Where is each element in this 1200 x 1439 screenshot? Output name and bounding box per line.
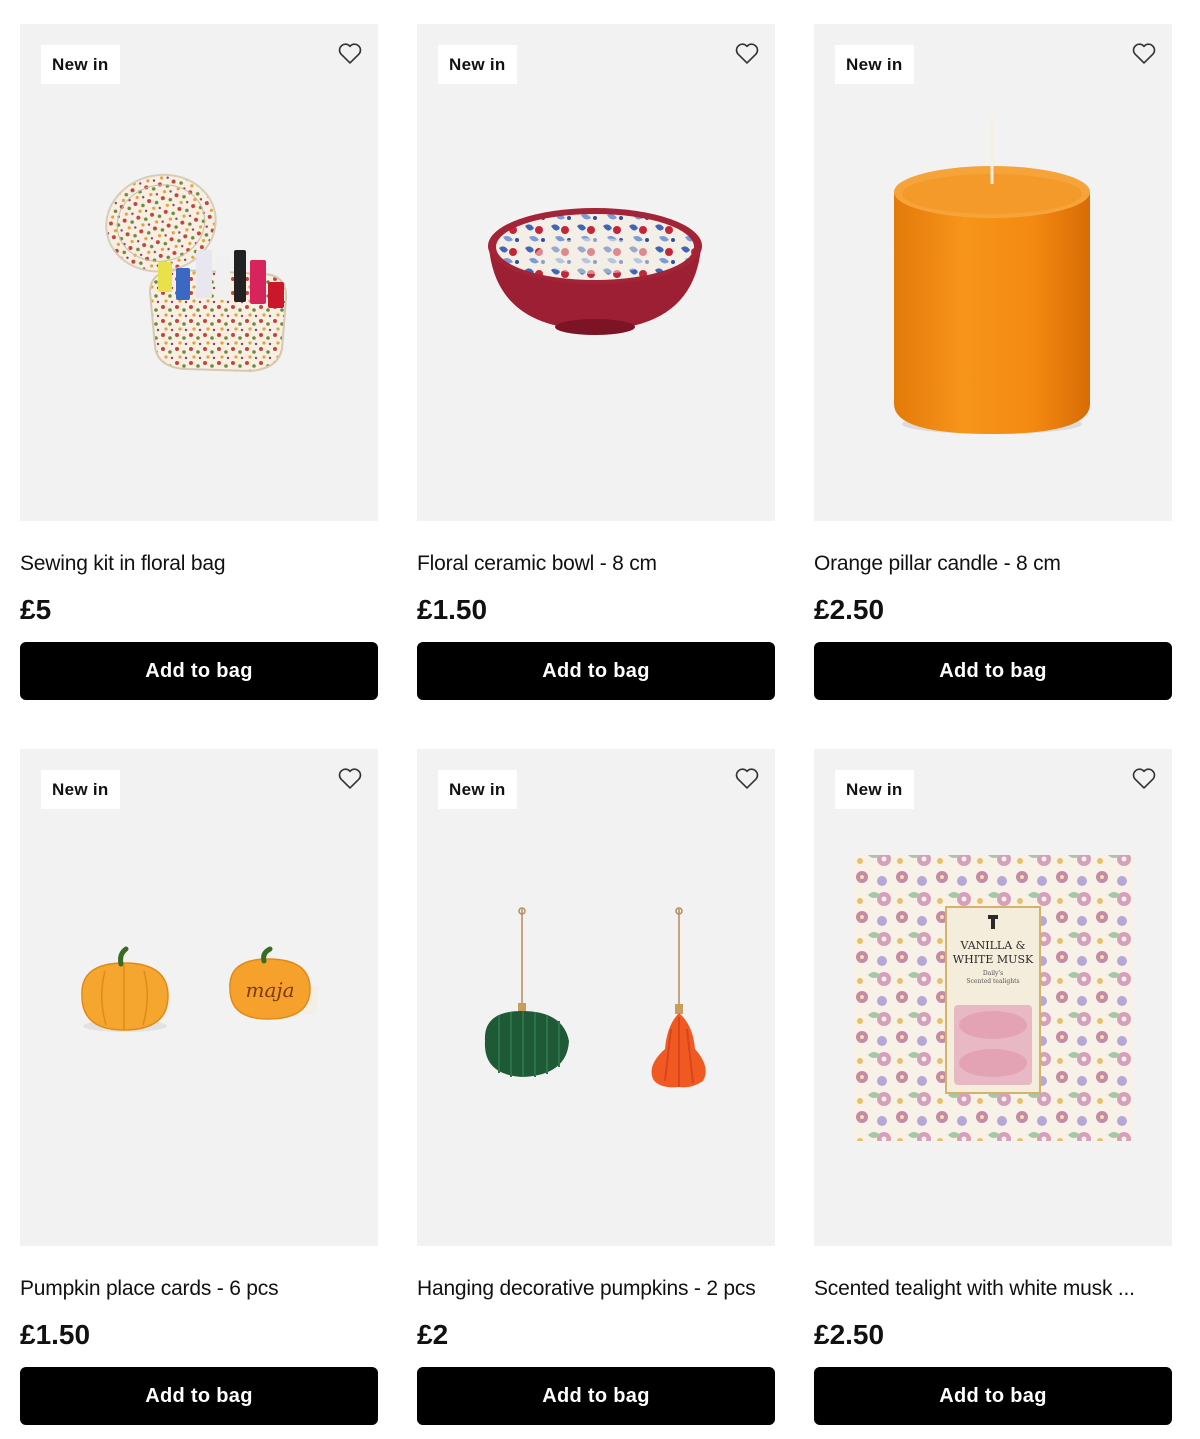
add-to-bag-button[interactable]: Add to bag [417, 1367, 775, 1425]
product-price: £2.50 [814, 1319, 885, 1350]
hanging-pumpkins-image [484, 907, 706, 1088]
product-price: £2.50 [814, 594, 885, 625]
ceramic-bowl-image [488, 208, 702, 335]
product-name[interactable]: Orange pillar candle - 8 cm [814, 549, 1172, 579]
heart-outline-icon[interactable] [1130, 39, 1158, 67]
new-in-badge: New in [438, 770, 517, 809]
new-in-badge: New in [41, 45, 120, 84]
product-card[interactable]: VANILLA & WHITE MUSK Daily's Scented tea… [814, 749, 1172, 1425]
product-card[interactable]: New in Sewing kit in floral bag £5 Add t… [20, 24, 378, 700]
scented-tealight-image [854, 855, 1134, 1141]
heart-outline-icon[interactable] [1130, 764, 1158, 792]
package-title-line1: VANILLA & [960, 939, 1026, 952]
product-name[interactable]: Floral ceramic bowl - 8 cm [417, 549, 775, 579]
add-to-bag-button[interactable]: Add to bag [417, 642, 775, 700]
product-name[interactable]: Pumpkin place cards - 6 pcs [20, 1274, 378, 1304]
heart-outline-icon[interactable] [733, 39, 761, 67]
heart-outline-icon[interactable] [336, 764, 364, 792]
product-image-area[interactable]: New in [20, 24, 378, 521]
product-image-area[interactable]: New in [417, 749, 775, 1246]
package-brand: Daily's [982, 970, 1004, 977]
add-to-bag-button[interactable]: Add to bag [814, 1367, 1172, 1425]
package-subtitle: Scented tealights [966, 978, 1020, 985]
product-grid: New in Sewing kit in floral bag £5 Add t… [0, 0, 1200, 1439]
product-card[interactable]: maja New in Pumpkin place cards - 6 pcs … [20, 749, 378, 1425]
product-price: £5 [20, 594, 52, 625]
package-label: VANILLA & WHITE MUSK Daily's Scented tea… [946, 939, 1040, 986]
product-name[interactable]: Hanging decorative pumpkins - 2 pcs [417, 1274, 775, 1304]
new-in-badge: New in [41, 770, 120, 809]
product-image-area[interactable]: VANILLA & WHITE MUSK Daily's Scented tea… [814, 749, 1172, 1246]
svg-text:maja: maja [245, 978, 294, 1002]
pillar-candle-image [894, 116, 1090, 434]
package-title-line2: WHITE MUSK [952, 953, 1034, 966]
product-image-area[interactable]: New in [814, 24, 1172, 521]
product-name[interactable]: Sewing kit in floral bag [20, 549, 378, 579]
product-price: £2 [417, 1319, 449, 1350]
product-card[interactable]: New in Orange pillar candle - 8 cm £2.50… [814, 24, 1172, 700]
pumpkin-place-cards-image: maja [81, 946, 318, 1032]
product-price: £1.50 [20, 1319, 91, 1350]
product-price: £1.50 [417, 594, 488, 625]
product-image-area[interactable]: maja New in [20, 749, 378, 1246]
product-card[interactable]: New in Hanging decorative pumpkins - 2 p… [417, 749, 775, 1425]
add-to-bag-button[interactable]: Add to bag [814, 642, 1172, 700]
new-in-badge: New in [835, 45, 914, 84]
add-to-bag-button[interactable]: Add to bag [20, 642, 378, 700]
product-image-area[interactable]: New in [417, 24, 775, 521]
heart-outline-icon[interactable] [733, 764, 761, 792]
sewing-kit-image [105, 173, 288, 373]
new-in-badge: New in [835, 770, 914, 809]
heart-outline-icon[interactable] [336, 39, 364, 67]
add-to-bag-button[interactable]: Add to bag [20, 1367, 378, 1425]
product-card[interactable]: New in Floral ceramic bowl - 8 cm £1.50 … [417, 24, 775, 700]
product-name[interactable]: Scented tealight with white musk ... [814, 1274, 1172, 1304]
new-in-badge: New in [438, 45, 517, 84]
